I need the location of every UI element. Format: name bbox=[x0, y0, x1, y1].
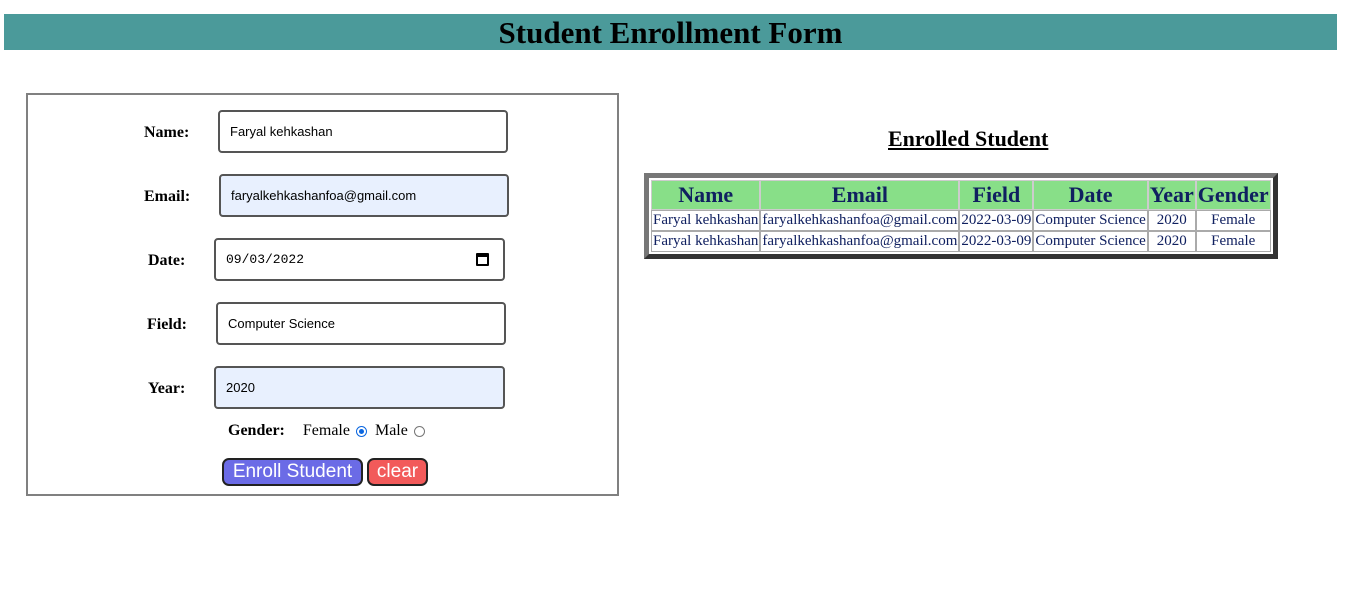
name-input[interactable]: Faryal kehkashan bbox=[218, 110, 508, 153]
gender-label: Gender: bbox=[228, 422, 285, 439]
enroll-button[interactable]: Enroll Student bbox=[222, 458, 363, 486]
gender-group: Gender: Female Male bbox=[228, 422, 433, 440]
date-label: Date: bbox=[148, 252, 186, 269]
table-cell: Female bbox=[1195, 231, 1271, 252]
email-label: Email: bbox=[144, 188, 191, 205]
field-input[interactable]: Computer Science bbox=[216, 302, 506, 345]
enrolled-table-frame: Name Email Field Date Year Gender Faryal… bbox=[644, 173, 1278, 259]
gender-male-radio[interactable] bbox=[413, 425, 425, 437]
table-cell: faryalkehkashanfoa@gmail.com bbox=[760, 210, 960, 231]
name-label: Name: bbox=[144, 124, 190, 141]
table-cell: Female bbox=[1195, 210, 1271, 231]
enrolled-heading: Enrolled Student bbox=[888, 126, 1049, 151]
calendar-icon[interactable] bbox=[476, 253, 489, 266]
gender-female-label: Female bbox=[302, 422, 350, 439]
table-row: Faryal kehkashan faryalkehkashanfoa@gmai… bbox=[651, 210, 1271, 231]
gender-female-radio[interactable] bbox=[355, 425, 367, 437]
date-value: 09/03/2022 bbox=[226, 252, 305, 267]
table-cell: Faryal kehkashan bbox=[651, 210, 761, 231]
column-header: Email bbox=[760, 180, 960, 210]
column-header: Name bbox=[651, 180, 761, 210]
column-header: Date bbox=[1033, 180, 1148, 210]
enrollment-form: Name: Faryal kehkashan Email: faryalkehk… bbox=[26, 93, 619, 496]
table-row: Faryal kehkashan faryalkehkashanfoa@gmai… bbox=[651, 231, 1271, 252]
field-label: Field: bbox=[147, 316, 187, 333]
table-cell: 2022-03-09 bbox=[959, 231, 1034, 252]
gender-male-label: Male bbox=[374, 422, 408, 439]
title-bar: Student Enrollment Form bbox=[4, 14, 1337, 50]
table-cell: 2022-03-09 bbox=[959, 210, 1034, 231]
page-title: Student Enrollment Form bbox=[498, 15, 843, 50]
enrolled-table: Name Email Field Date Year Gender Faryal… bbox=[651, 180, 1271, 252]
date-input[interactable]: 09/03/2022 bbox=[214, 238, 505, 281]
email-input[interactable]: faryalkehkashanfoa@gmail.com bbox=[219, 174, 509, 217]
column-header: Year bbox=[1147, 180, 1196, 210]
year-label: Year: bbox=[148, 380, 186, 397]
table-cell: Faryal kehkashan bbox=[651, 231, 761, 252]
table-cell: faryalkehkashanfoa@gmail.com bbox=[760, 231, 960, 252]
table-cell: Computer Science bbox=[1033, 231, 1148, 252]
column-header: Field bbox=[959, 180, 1034, 210]
column-header: Gender bbox=[1195, 180, 1271, 210]
table-cell: Computer Science bbox=[1033, 210, 1148, 231]
table-header-row: Name Email Field Date Year Gender bbox=[651, 180, 1271, 210]
table-cell: 2020 bbox=[1147, 210, 1196, 231]
clear-button[interactable]: clear bbox=[367, 458, 428, 486]
table-cell: 2020 bbox=[1147, 231, 1196, 252]
year-input[interactable]: 2020 bbox=[214, 366, 505, 409]
